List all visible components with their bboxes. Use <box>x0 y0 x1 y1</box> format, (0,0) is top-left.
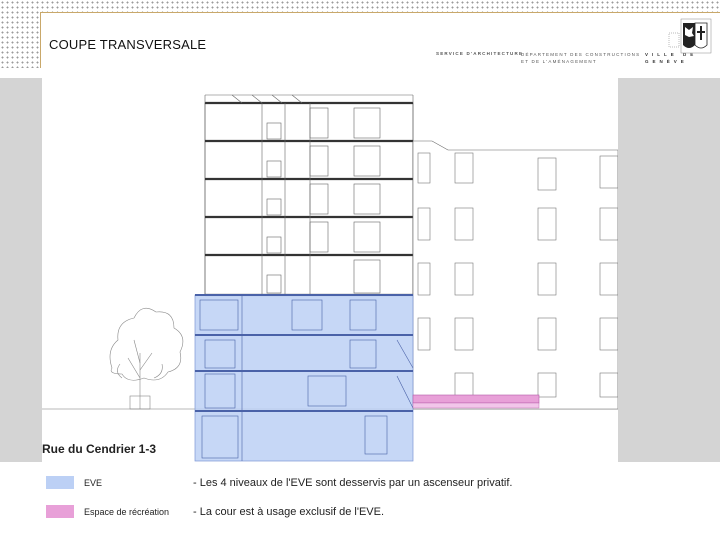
recreation-zone <box>412 394 540 409</box>
roof-railing <box>204 94 414 104</box>
eve-zone <box>194 294 414 462</box>
section-drawing: Rue du Cendrier 1-3 <box>42 78 619 462</box>
main-building <box>204 102 414 296</box>
left-margin <box>0 78 42 462</box>
note-courtyard: - La cour est à usage exclusif de l'EVE. <box>193 506 385 518</box>
legend-swatch-recreation <box>46 505 74 518</box>
right-margin <box>618 78 720 462</box>
header-separator <box>0 68 720 78</box>
city-line-2: GENÈVE <box>645 59 688 64</box>
geneva-coat-of-arms-logo <box>668 18 712 54</box>
cross-section-svg <box>42 94 619 462</box>
rear-facade-building <box>412 140 619 410</box>
department-line-2: ET DE L'AMÉNAGEMENT <box>521 59 597 64</box>
department-label: DÉPARTEMENT DES CONSTRUCTIONS ET DE L'AM… <box>521 51 640 65</box>
street-label: Rue du Cendrier 1-3 <box>42 442 157 456</box>
note-elevator: - Les 4 niveaux de l'EVE sont desservis … <box>193 477 513 489</box>
department-line-1: DÉPARTEMENT DES CONSTRUCTIONS <box>521 52 641 57</box>
legend-swatch-eve <box>46 476 74 489</box>
legend-label-recreation: Espace de récréation <box>84 507 170 517</box>
page-title: COUPE TRANSVERSALE <box>49 37 207 52</box>
service-label: SERVICE D'ARCHITECTURE <box>436 51 524 56</box>
legend-label-eve: EVE <box>84 478 103 488</box>
tree-illustration <box>109 307 184 410</box>
header-banner: COUPE TRANSVERSALE SERVICE D'ARCHITECTUR… <box>40 12 720 70</box>
